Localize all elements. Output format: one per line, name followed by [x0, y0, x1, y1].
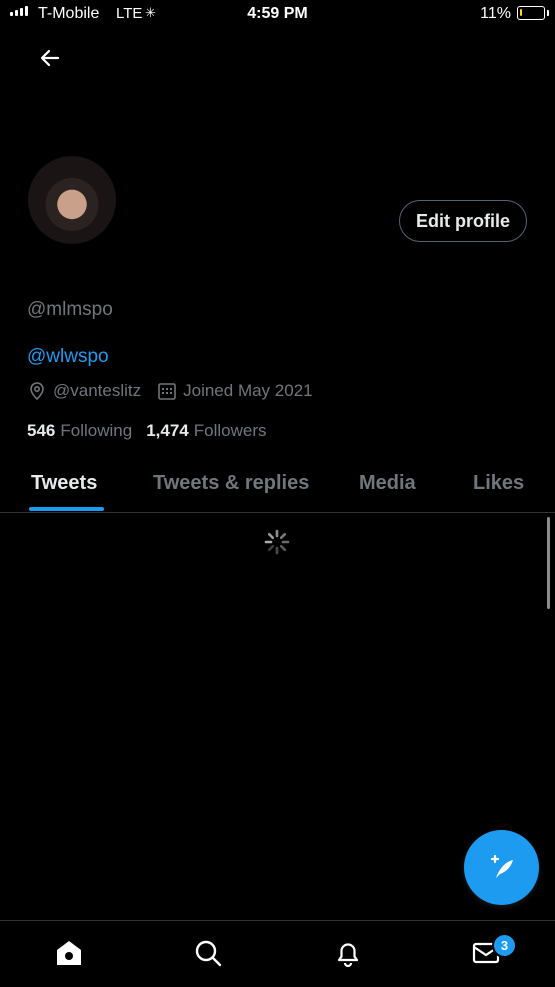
followers-label: Followers — [193, 421, 267, 440]
tab-tweets-replies[interactable]: Tweets & replies — [153, 472, 309, 495]
tab-media[interactable]: Media — [359, 472, 416, 495]
calendar-icon — [158, 383, 176, 400]
arrow-left-icon — [40, 49, 60, 67]
tab-tweets[interactable]: Tweets — [31, 472, 97, 495]
followers-link[interactable]: 1,474 Followers — [146, 421, 266, 441]
tabs-divider — [0, 512, 555, 513]
messages-badge: 3 — [492, 933, 517, 958]
profile-meta: @vanteslitz Joined May 2021 — [27, 381, 329, 401]
battery-percent: 11% — [480, 5, 511, 22]
search-icon[interactable] — [192, 937, 224, 969]
tab-likes[interactable]: Likes — [473, 472, 524, 495]
compose-tweet-button[interactable] — [464, 830, 539, 905]
back-button[interactable] — [36, 44, 64, 72]
following-link[interactable]: 546 Following — [27, 421, 132, 441]
location-icon — [30, 382, 44, 401]
profile-handle: @mlmspo — [27, 299, 113, 320]
notifications-icon[interactable] — [332, 937, 364, 969]
following-label: Following — [60, 421, 133, 440]
bio-mention-link[interactable]: @wlwspo — [27, 346, 109, 368]
loading-spinner-icon — [264, 529, 290, 555]
edit-profile-button[interactable]: Edit profile — [399, 200, 527, 242]
compose-feather-icon — [490, 854, 513, 878]
active-tab-indicator — [29, 507, 104, 511]
scrollbar[interactable] — [547, 517, 550, 609]
status-bar: T-Mobile LTE ✳ 4:59 PM 11% — [0, 0, 555, 30]
joined-date: Joined May 2021 — [183, 381, 313, 400]
home-icon[interactable] — [53, 937, 85, 969]
avatar[interactable] — [26, 154, 118, 246]
location-text: @vanteslitz — [53, 381, 142, 400]
followers-count: 1,474 — [146, 421, 189, 440]
profile-tabs: Tweets Tweets & replies Media Likes — [0, 458, 555, 512]
status-time: 4:59 PM — [247, 5, 308, 22]
bottom-nav-divider — [0, 920, 555, 921]
follow-stats: 546 Following 1,474 Followers — [27, 421, 266, 441]
following-count: 546 — [27, 421, 56, 440]
battery-icon — [517, 6, 545, 20]
